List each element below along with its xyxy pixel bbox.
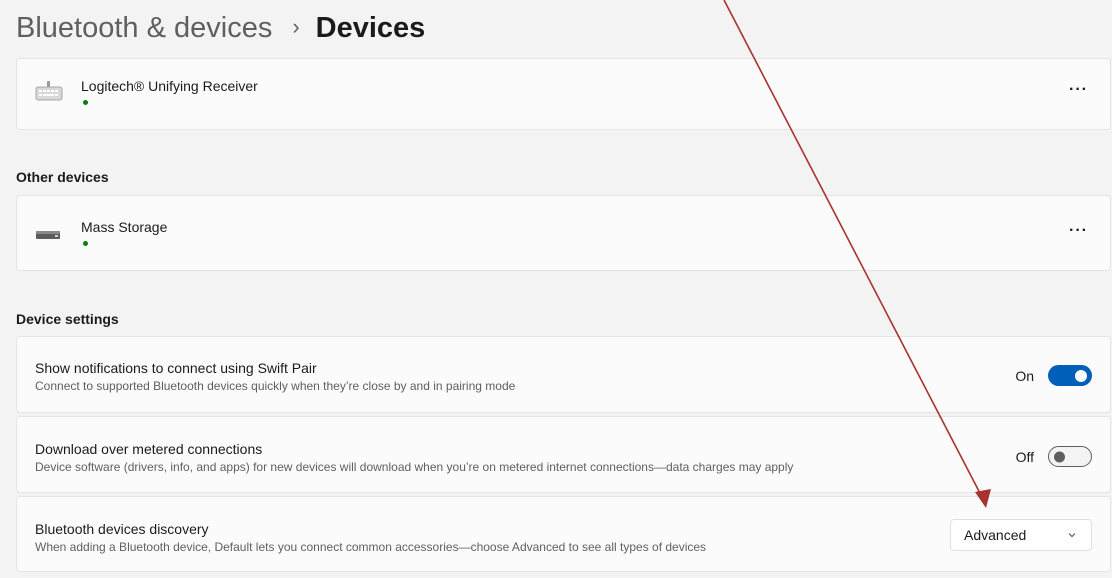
section-title-other-devices: Other devices — [16, 169, 109, 185]
swift-pair-toggle[interactable] — [1048, 365, 1092, 386]
setting-title: Show notifications to connect using Swif… — [35, 360, 317, 376]
toggle-state-label: On — [1015, 367, 1034, 384]
dropdown-selected-value: Advanced — [964, 527, 1027, 543]
breadcrumb: Bluetooth & devices › Devices — [16, 8, 425, 48]
setting-description: Connect to supported Bluetooth devices q… — [35, 379, 516, 393]
chevron-down-icon — [1068, 533, 1076, 538]
metered-download-toggle[interactable] — [1048, 446, 1092, 467]
toggle-knob — [1054, 451, 1065, 462]
toggle-state-label: Off — [1015, 448, 1034, 465]
section-title-device-settings: Device settings — [16, 311, 119, 327]
metered-toggle-group: Off — [1016, 446, 1092, 467]
setting-title: Bluetooth devices discovery — [35, 521, 209, 537]
device-name: Mass Storage — [81, 219, 168, 235]
setting-swift-pair: Show notifications to connect using Swif… — [16, 336, 1111, 413]
breadcrumb-separator-icon: › — [292, 14, 300, 39]
setting-title: Download over metered connections — [35, 441, 263, 457]
keyboard-icon — [35, 81, 63, 101]
page-title: Devices — [315, 11, 426, 44]
device-card-mass-storage[interactable]: Mass Storage ··· — [16, 195, 1111, 271]
breadcrumb-parent[interactable]: Bluetooth & devices — [16, 12, 272, 45]
drive-icon — [36, 231, 60, 239]
swift-pair-toggle-group: On — [1015, 365, 1092, 386]
connected-status-dot — [83, 100, 88, 105]
setting-description: When adding a Bluetooth device, Default … — [35, 540, 707, 554]
setting-metered-download: Download over metered connections Device… — [16, 416, 1111, 493]
more-options-button[interactable]: ··· — [1069, 222, 1088, 240]
setting-bluetooth-discovery: Bluetooth devices discovery When adding … — [16, 496, 1111, 572]
device-name: Logitech® Unifying Receiver — [81, 78, 258, 94]
setting-description: Device software (drivers, info, and apps… — [35, 460, 794, 474]
device-card-logitech[interactable]: Logitech® Unifying Receiver ··· — [16, 58, 1111, 130]
more-options-button[interactable]: ··· — [1069, 81, 1088, 99]
connected-status-dot — [83, 241, 88, 246]
toggle-knob — [1075, 369, 1087, 382]
discovery-mode-dropdown[interactable]: Advanced — [950, 519, 1092, 551]
